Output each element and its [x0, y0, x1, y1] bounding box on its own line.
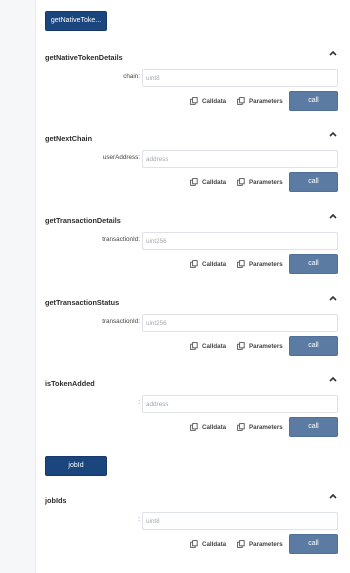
param-label: :	[138, 516, 140, 523]
param-label: transactionId:	[102, 236, 140, 243]
param-input[interactable]	[142, 150, 338, 168]
jobId-button[interactable]: jobId	[45, 456, 107, 476]
calldata-label: Calldata	[202, 342, 227, 350]
param-row: userAddress:	[45, 150, 338, 168]
call-button[interactable]: call	[289, 534, 338, 554]
copy-parameters-button[interactable]: Parameters	[237, 259, 283, 269]
chevron-up-icon[interactable]	[328, 491, 338, 501]
param-row: chain:	[45, 69, 338, 87]
function-title: isTokenAdded	[45, 379, 95, 388]
param-input[interactable]	[142, 69, 338, 87]
contract-functions-panel: getNativeToke... getNativeTokenDetails c…	[45, 0, 350, 573]
getNativeToken-button[interactable]: getNativeToke...	[45, 11, 107, 31]
param-label: transactionId:	[102, 318, 140, 325]
function-title: getTransactionStatus	[45, 298, 120, 307]
action-row: Calldata Parameters call	[45, 417, 338, 437]
copy-parameters-button[interactable]: Parameters	[237, 96, 283, 106]
param-input[interactable]	[142, 395, 338, 413]
copy-calldata-button[interactable]: Calldata	[190, 422, 226, 432]
call-button[interactable]: call	[289, 336, 338, 356]
copy-icon	[190, 260, 198, 268]
copy-icon	[190, 178, 198, 186]
copy-parameters-button[interactable]: Parameters	[237, 539, 283, 549]
copy-icon	[190, 423, 198, 431]
call-button[interactable]: call	[289, 172, 338, 192]
param-row: :	[45, 395, 338, 413]
parameters-label: Parameters	[249, 260, 283, 268]
copy-icon	[237, 97, 245, 105]
copy-parameters-button[interactable]: Parameters	[237, 341, 283, 351]
copy-icon	[237, 178, 245, 186]
action-row: Calldata Parameters call	[45, 534, 338, 554]
copy-calldata-button[interactable]: Calldata	[190, 341, 226, 351]
function-title: jobIds	[45, 496, 67, 505]
action-row: Calldata Parameters call	[45, 91, 338, 111]
chevron-up-icon[interactable]	[328, 374, 338, 384]
copy-icon	[237, 342, 245, 350]
chevron-up-icon[interactable]	[328, 48, 338, 58]
param-label: chain:	[123, 73, 140, 80]
parameters-label: Parameters	[249, 97, 283, 105]
left-gutter	[0, 0, 36, 573]
copy-icon	[237, 260, 245, 268]
copy-calldata-button[interactable]: Calldata	[190, 177, 226, 187]
call-button[interactable]: call	[289, 254, 338, 274]
calldata-label: Calldata	[202, 260, 227, 268]
call-button[interactable]: call	[289, 417, 338, 437]
copy-parameters-button[interactable]: Parameters	[237, 177, 283, 187]
chevron-up-icon[interactable]	[328, 129, 338, 139]
copy-icon	[190, 540, 198, 548]
copy-icon	[237, 540, 245, 548]
call-button[interactable]: call	[289, 91, 338, 111]
chevron-up-icon[interactable]	[328, 211, 338, 221]
function-title: getNextChain	[45, 134, 93, 143]
copy-icon	[190, 342, 198, 350]
calldata-label: Calldata	[202, 97, 227, 105]
action-row: Calldata Parameters call	[45, 172, 338, 192]
calldata-label: Calldata	[202, 178, 227, 186]
copy-calldata-button[interactable]: Calldata	[190, 539, 226, 549]
param-row: transactionId:	[45, 232, 338, 250]
parameters-label: Parameters	[249, 540, 283, 548]
function-title: getNativeTokenDetails	[45, 53, 123, 62]
parameters-label: Parameters	[249, 178, 283, 186]
parameters-label: Parameters	[249, 342, 283, 350]
parameters-label: Parameters	[249, 423, 283, 431]
chevron-up-icon[interactable]	[328, 293, 338, 303]
function-title: getTransactionDetails	[45, 216, 121, 225]
calldata-label: Calldata	[202, 423, 227, 431]
param-label: :	[138, 399, 140, 406]
action-row: Calldata Parameters call	[45, 336, 338, 356]
param-row: :	[45, 512, 338, 530]
param-label: userAddress:	[102, 154, 140, 161]
param-input[interactable]	[142, 314, 338, 332]
action-row: Calldata Parameters call	[45, 254, 338, 274]
param-row: transactionId:	[45, 314, 338, 332]
copy-calldata-button[interactable]: Calldata	[190, 259, 226, 269]
copy-calldata-button[interactable]: Calldata	[190, 96, 226, 106]
param-input[interactable]	[142, 512, 338, 530]
copy-icon	[190, 97, 198, 105]
copy-parameters-button[interactable]: Parameters	[237, 422, 283, 432]
calldata-label: Calldata	[202, 540, 227, 548]
param-input[interactable]	[142, 232, 338, 250]
copy-icon	[237, 423, 245, 431]
